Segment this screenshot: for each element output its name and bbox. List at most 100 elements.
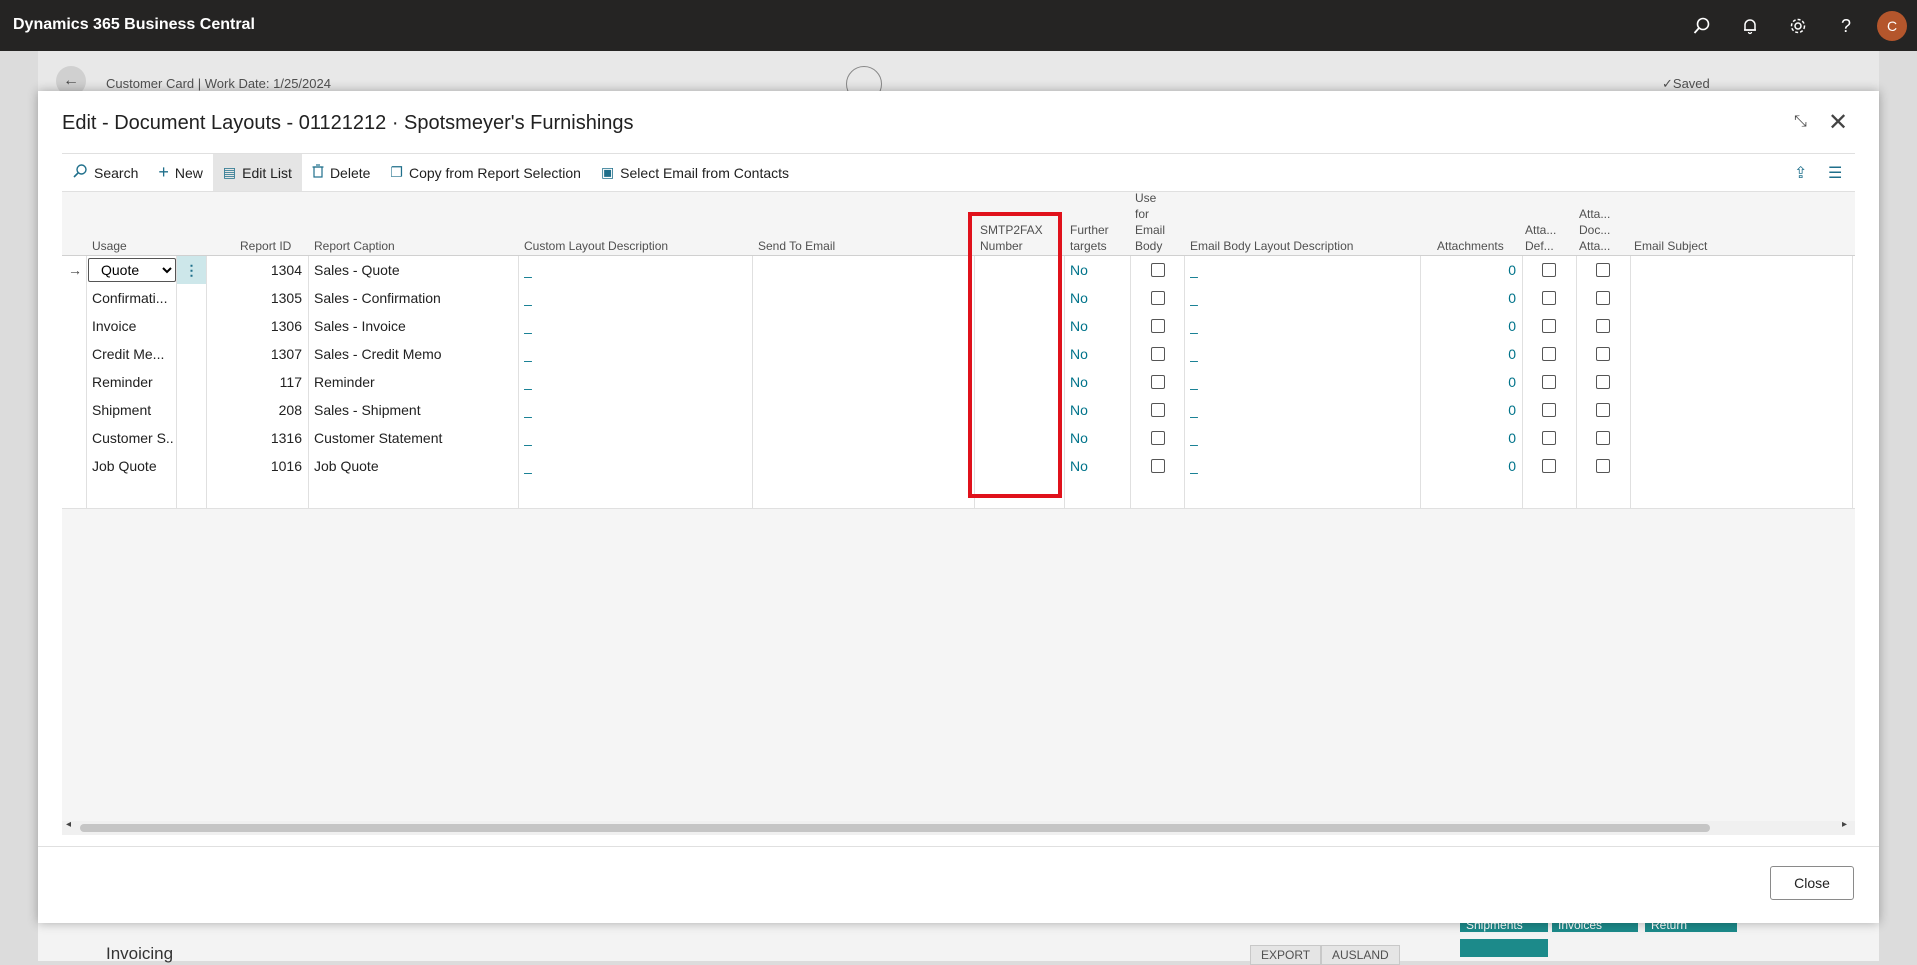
use-for-email-body-checkbox[interactable] <box>1151 375 1165 389</box>
header-email-subject[interactable]: Email Subject <box>1634 238 1707 254</box>
attach-default-checkbox[interactable] <box>1542 319 1556 333</box>
further-targets-link[interactable]: No <box>1070 452 1088 480</box>
attach-document-checkbox[interactable] <box>1596 263 1610 277</box>
further-targets-link[interactable]: No <box>1070 368 1088 396</box>
header-custom-layout-description[interactable]: Custom Layout Description <box>524 238 668 254</box>
gear-icon[interactable] <box>1786 14 1810 38</box>
attachments-count-link[interactable]: 0 <box>1432 396 1516 424</box>
copy-from-report-selection-button[interactable]: ❐ Copy from Report Selection <box>380 154 591 191</box>
header-use-for-email-body[interactable]: Use for Email Body <box>1135 190 1165 254</box>
attach-document-checkbox[interactable] <box>1596 291 1610 305</box>
search-button[interactable]: Search <box>62 154 148 191</box>
further-targets-link[interactable]: No <box>1070 424 1088 452</box>
custom-layout-description-link[interactable]: _ <box>524 368 532 396</box>
custom-layout-description-link[interactable]: _ <box>524 424 532 452</box>
scroll-left-icon[interactable]: ◂ <box>66 819 71 830</box>
ausland-button[interactable]: AUSLAND <box>1321 945 1400 965</box>
report-id-cell[interactable]: 1304 <box>212 256 302 284</box>
table-row[interactable]: Invoice 1306 Sales - Invoice _ No _ 0 <box>62 312 1855 341</box>
help-icon[interactable]: ? <box>1834 14 1858 38</box>
custom-layout-description-link[interactable]: _ <box>524 312 532 340</box>
further-targets-link[interactable]: No <box>1070 256 1088 284</box>
use-for-email-body-checkbox[interactable] <box>1151 347 1165 361</box>
usage-select[interactable]: Quote <box>88 258 176 282</box>
use-for-email-body-checkbox[interactable] <box>1151 319 1165 333</box>
select-email-from-contacts-button[interactable]: ▣ Select Email from Contacts <box>591 154 799 191</box>
usage-cell[interactable]: Credit Me... <box>92 340 174 368</box>
new-entry-row[interactable] <box>62 480 1855 509</box>
header-further-targets[interactable]: Further targets <box>1070 222 1109 254</box>
collapse-icon[interactable]: ⤡ <box>1794 113 1807 131</box>
header-usage[interactable]: Usage <box>92 238 127 254</box>
search-icon[interactable] <box>1690 14 1714 38</box>
report-id-cell[interactable]: 1316 <box>212 424 302 452</box>
attach-default-checkbox[interactable] <box>1542 459 1556 473</box>
attach-document-checkbox[interactable] <box>1596 319 1610 333</box>
attach-document-checkbox[interactable] <box>1596 459 1610 473</box>
use-for-email-body-checkbox[interactable] <box>1151 403 1165 417</box>
table-row[interactable]: Reminder 117 Reminder _ No _ 0 <box>62 368 1855 397</box>
custom-layout-description-link[interactable]: _ <box>524 396 532 424</box>
use-for-email-body-checkbox[interactable] <box>1151 263 1165 277</box>
email-body-layout-link[interactable]: _ <box>1190 452 1198 480</box>
report-id-cell[interactable]: 1307 <box>212 340 302 368</box>
usage-cell[interactable]: Reminder <box>92 368 174 396</box>
report-id-cell[interactable]: 117 <box>212 368 302 396</box>
report-id-cell[interactable]: 1016 <box>212 452 302 480</box>
header-attach-default[interactable]: Atta... Def... <box>1525 222 1556 254</box>
usage-cell[interactable]: Invoice <box>92 312 174 340</box>
list-view-icon[interactable]: ☰ <box>1828 163 1842 183</box>
usage-cell[interactable]: Job Quote <box>92 452 174 480</box>
attachments-count-link[interactable]: 0 <box>1432 368 1516 396</box>
close-icon[interactable]: ✕ <box>1828 108 1848 137</box>
header-report-caption[interactable]: Report Caption <box>314 238 395 254</box>
email-body-layout-link[interactable]: _ <box>1190 368 1198 396</box>
use-for-email-body-checkbox[interactable] <box>1151 459 1165 473</box>
invoicing-section-title[interactable]: Invoicing <box>106 944 173 964</box>
export-button[interactable]: EXPORT <box>1250 945 1322 965</box>
header-email-body-layout-description[interactable]: Email Body Layout Description <box>1190 238 1353 254</box>
further-targets-link[interactable]: No <box>1070 312 1088 340</box>
table-row[interactable]: → Quote ⋮ 1304 Sales - Quote _ No _ 0 <box>62 256 1855 285</box>
attach-document-checkbox[interactable] <box>1596 347 1610 361</box>
report-id-cell[interactable]: 208 <box>212 396 302 424</box>
table-row[interactable]: Job Quote 1016 Job Quote _ No _ 0 <box>62 452 1855 481</box>
attach-document-checkbox[interactable] <box>1596 375 1610 389</box>
table-row[interactable]: Credit Me... 1307 Sales - Credit Memo _ No _ 0 <box>62 340 1855 369</box>
share-icon[interactable]: ⇪ <box>1794 163 1807 183</box>
table-row[interactable]: Confirmati... 1305 Sales - Confirmation _ No… <box>62 284 1855 313</box>
scrollbar-thumb[interactable] <box>80 824 1710 832</box>
tile-lower[interactable] <box>1460 939 1548 957</box>
attachments-count-link[interactable]: 0 <box>1432 312 1516 340</box>
report-id-cell[interactable]: 1305 <box>212 284 302 312</box>
header-send-to-email[interactable]: Send To Email <box>758 238 835 254</box>
row-actions-menu-icon[interactable]: ⋮ <box>177 256 206 284</box>
attach-default-checkbox[interactable] <box>1542 291 1556 305</box>
further-targets-link[interactable]: No <box>1070 284 1088 312</box>
custom-layout-description-link[interactable]: _ <box>524 284 532 312</box>
email-body-layout-link[interactable]: _ <box>1190 424 1198 452</box>
attachments-count-link[interactable]: 0 <box>1432 340 1516 368</box>
email-body-layout-link[interactable]: _ <box>1190 396 1198 424</box>
avatar[interactable]: C <box>1877 11 1907 41</box>
usage-cell[interactable]: Customer S... <box>92 424 174 452</box>
attach-default-checkbox[interactable] <box>1542 375 1556 389</box>
bell-icon[interactable] <box>1738 14 1762 38</box>
attach-document-checkbox[interactable] <box>1596 431 1610 445</box>
table-row[interactable]: Shipment 208 Sales - Shipment _ No _ 0 <box>62 396 1855 425</box>
delete-button[interactable]: Delete <box>302 154 380 191</box>
usage-cell[interactable]: Shipment <box>92 396 174 424</box>
custom-layout-description-link[interactable]: _ <box>524 340 532 368</box>
close-button[interactable]: Close <box>1770 866 1854 900</box>
attach-default-checkbox[interactable] <box>1542 431 1556 445</box>
email-body-layout-link[interactable]: _ <box>1190 340 1198 368</box>
custom-layout-description-link[interactable]: _ <box>524 256 532 284</box>
email-body-layout-link[interactable]: _ <box>1190 256 1198 284</box>
custom-layout-description-link[interactable]: _ <box>524 452 532 480</box>
header-attach-document[interactable]: Atta... Doc... Atta... <box>1579 206 1610 254</box>
use-for-email-body-checkbox[interactable] <box>1151 431 1165 445</box>
attach-default-checkbox[interactable] <box>1542 263 1556 277</box>
header-report-id[interactable]: Report ID <box>240 238 291 254</box>
horizontal-scrollbar[interactable]: ◂ ▸ <box>62 819 1855 835</box>
usage-cell[interactable]: Confirmati... <box>92 284 174 312</box>
